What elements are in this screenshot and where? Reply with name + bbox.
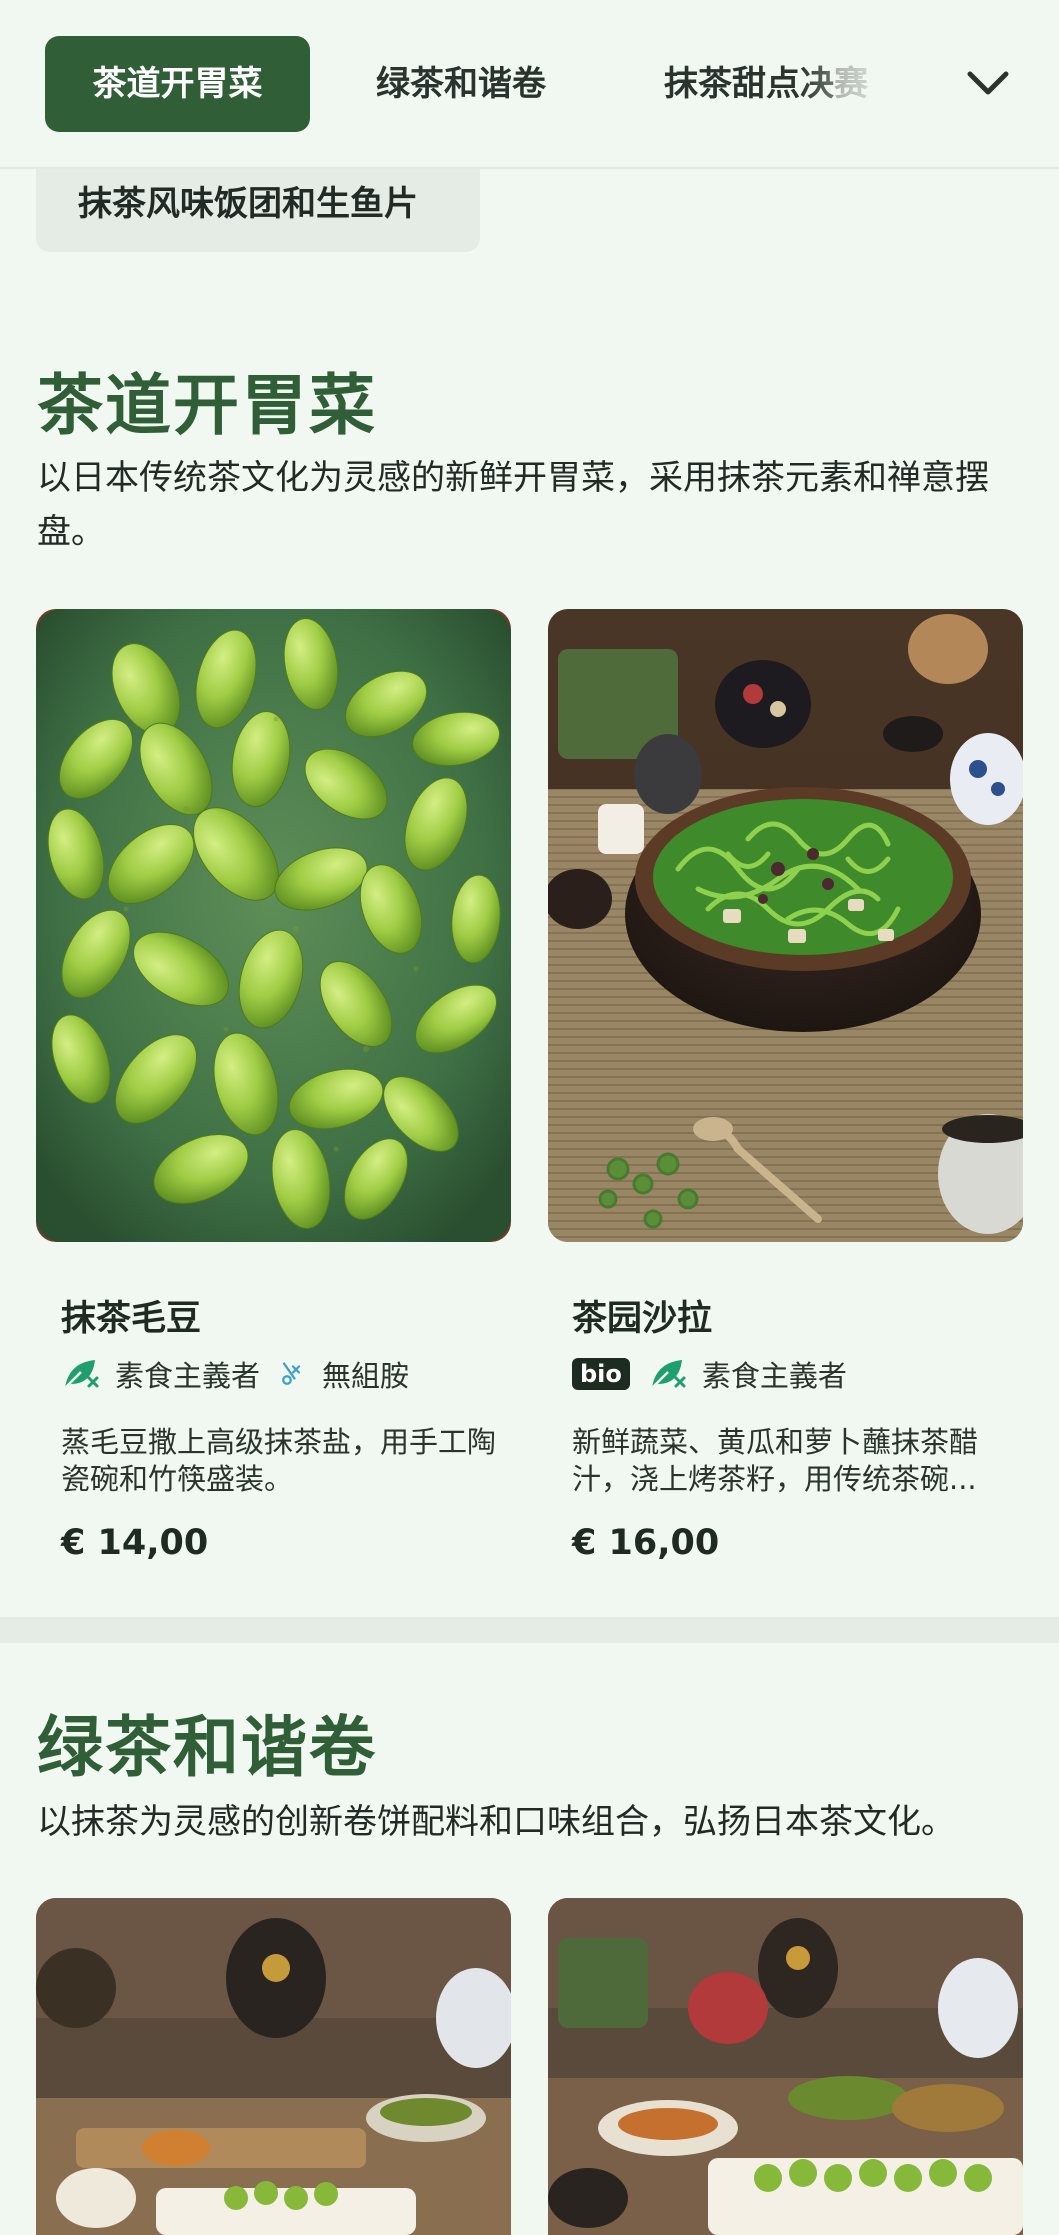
item-image-edamame[interactable]: [36, 609, 511, 1242]
item-tags: 素食主義者 無組胺: [61, 1354, 427, 1394]
item-tags: bio 素食主義者: [572, 1354, 865, 1394]
section-divider: [0, 1617, 1059, 1643]
item-image-roll-1[interactable]: [36, 1898, 511, 2235]
vegan-leaf-icon: [64, 1360, 99, 1389]
item-price: € 16,00: [572, 1523, 720, 1563]
item-description: 新鲜蔬菜、黄瓜和萝卜蘸抹茶醋汁，浇上烤茶籽，用传统茶碗...: [572, 1425, 979, 1496]
item-name[interactable]: 抹茶毛豆: [61, 1290, 201, 1341]
item-name[interactable]: 茶园沙拉: [572, 1290, 712, 1341]
vegan-leaf-icon: [651, 1360, 686, 1389]
section-title: 茶道开胃菜: [37, 367, 377, 444]
section-description: 以抹茶为灵感的创新卷饼配料和口味组合，弘扬日本茶文化。: [37, 1802, 955, 1842]
tab-green-tea-rolls[interactable]: 绿茶和谐卷: [376, 36, 546, 132]
category-nav: 茶道开胃菜 绿茶和谐卷 抹茶甜点决赛: [0, 0, 1059, 169]
chevron-down-icon[interactable]: [958, 52, 1018, 112]
section-title: 绿茶和谐卷: [37, 1709, 377, 1786]
tag-label: 無組胺: [322, 1359, 410, 1393]
item-image-tea-garden-salad[interactable]: [548, 609, 1023, 1242]
item-image-roll-2[interactable]: [548, 1898, 1023, 2235]
item-price: € 14,00: [61, 1523, 209, 1563]
nav-fade-overlay: [800, 30, 920, 138]
tab-tea-appetizers[interactable]: 茶道开胃菜: [45, 36, 310, 132]
tag-label: 素食主義者: [115, 1359, 261, 1393]
section-description: 以日本传统茶文化为灵感的新鲜开胃菜，采用抹茶元素和禅意摆盘。: [37, 458, 989, 552]
item-description: 蒸毛豆撒上高级抹茶盐，用手工陶瓷碗和竹筷盛装。: [61, 1425, 497, 1496]
bio-badge: bio: [572, 1358, 630, 1390]
no-histamine-icon: [282, 1362, 301, 1385]
tag-label: 素食主義者: [701, 1359, 847, 1393]
